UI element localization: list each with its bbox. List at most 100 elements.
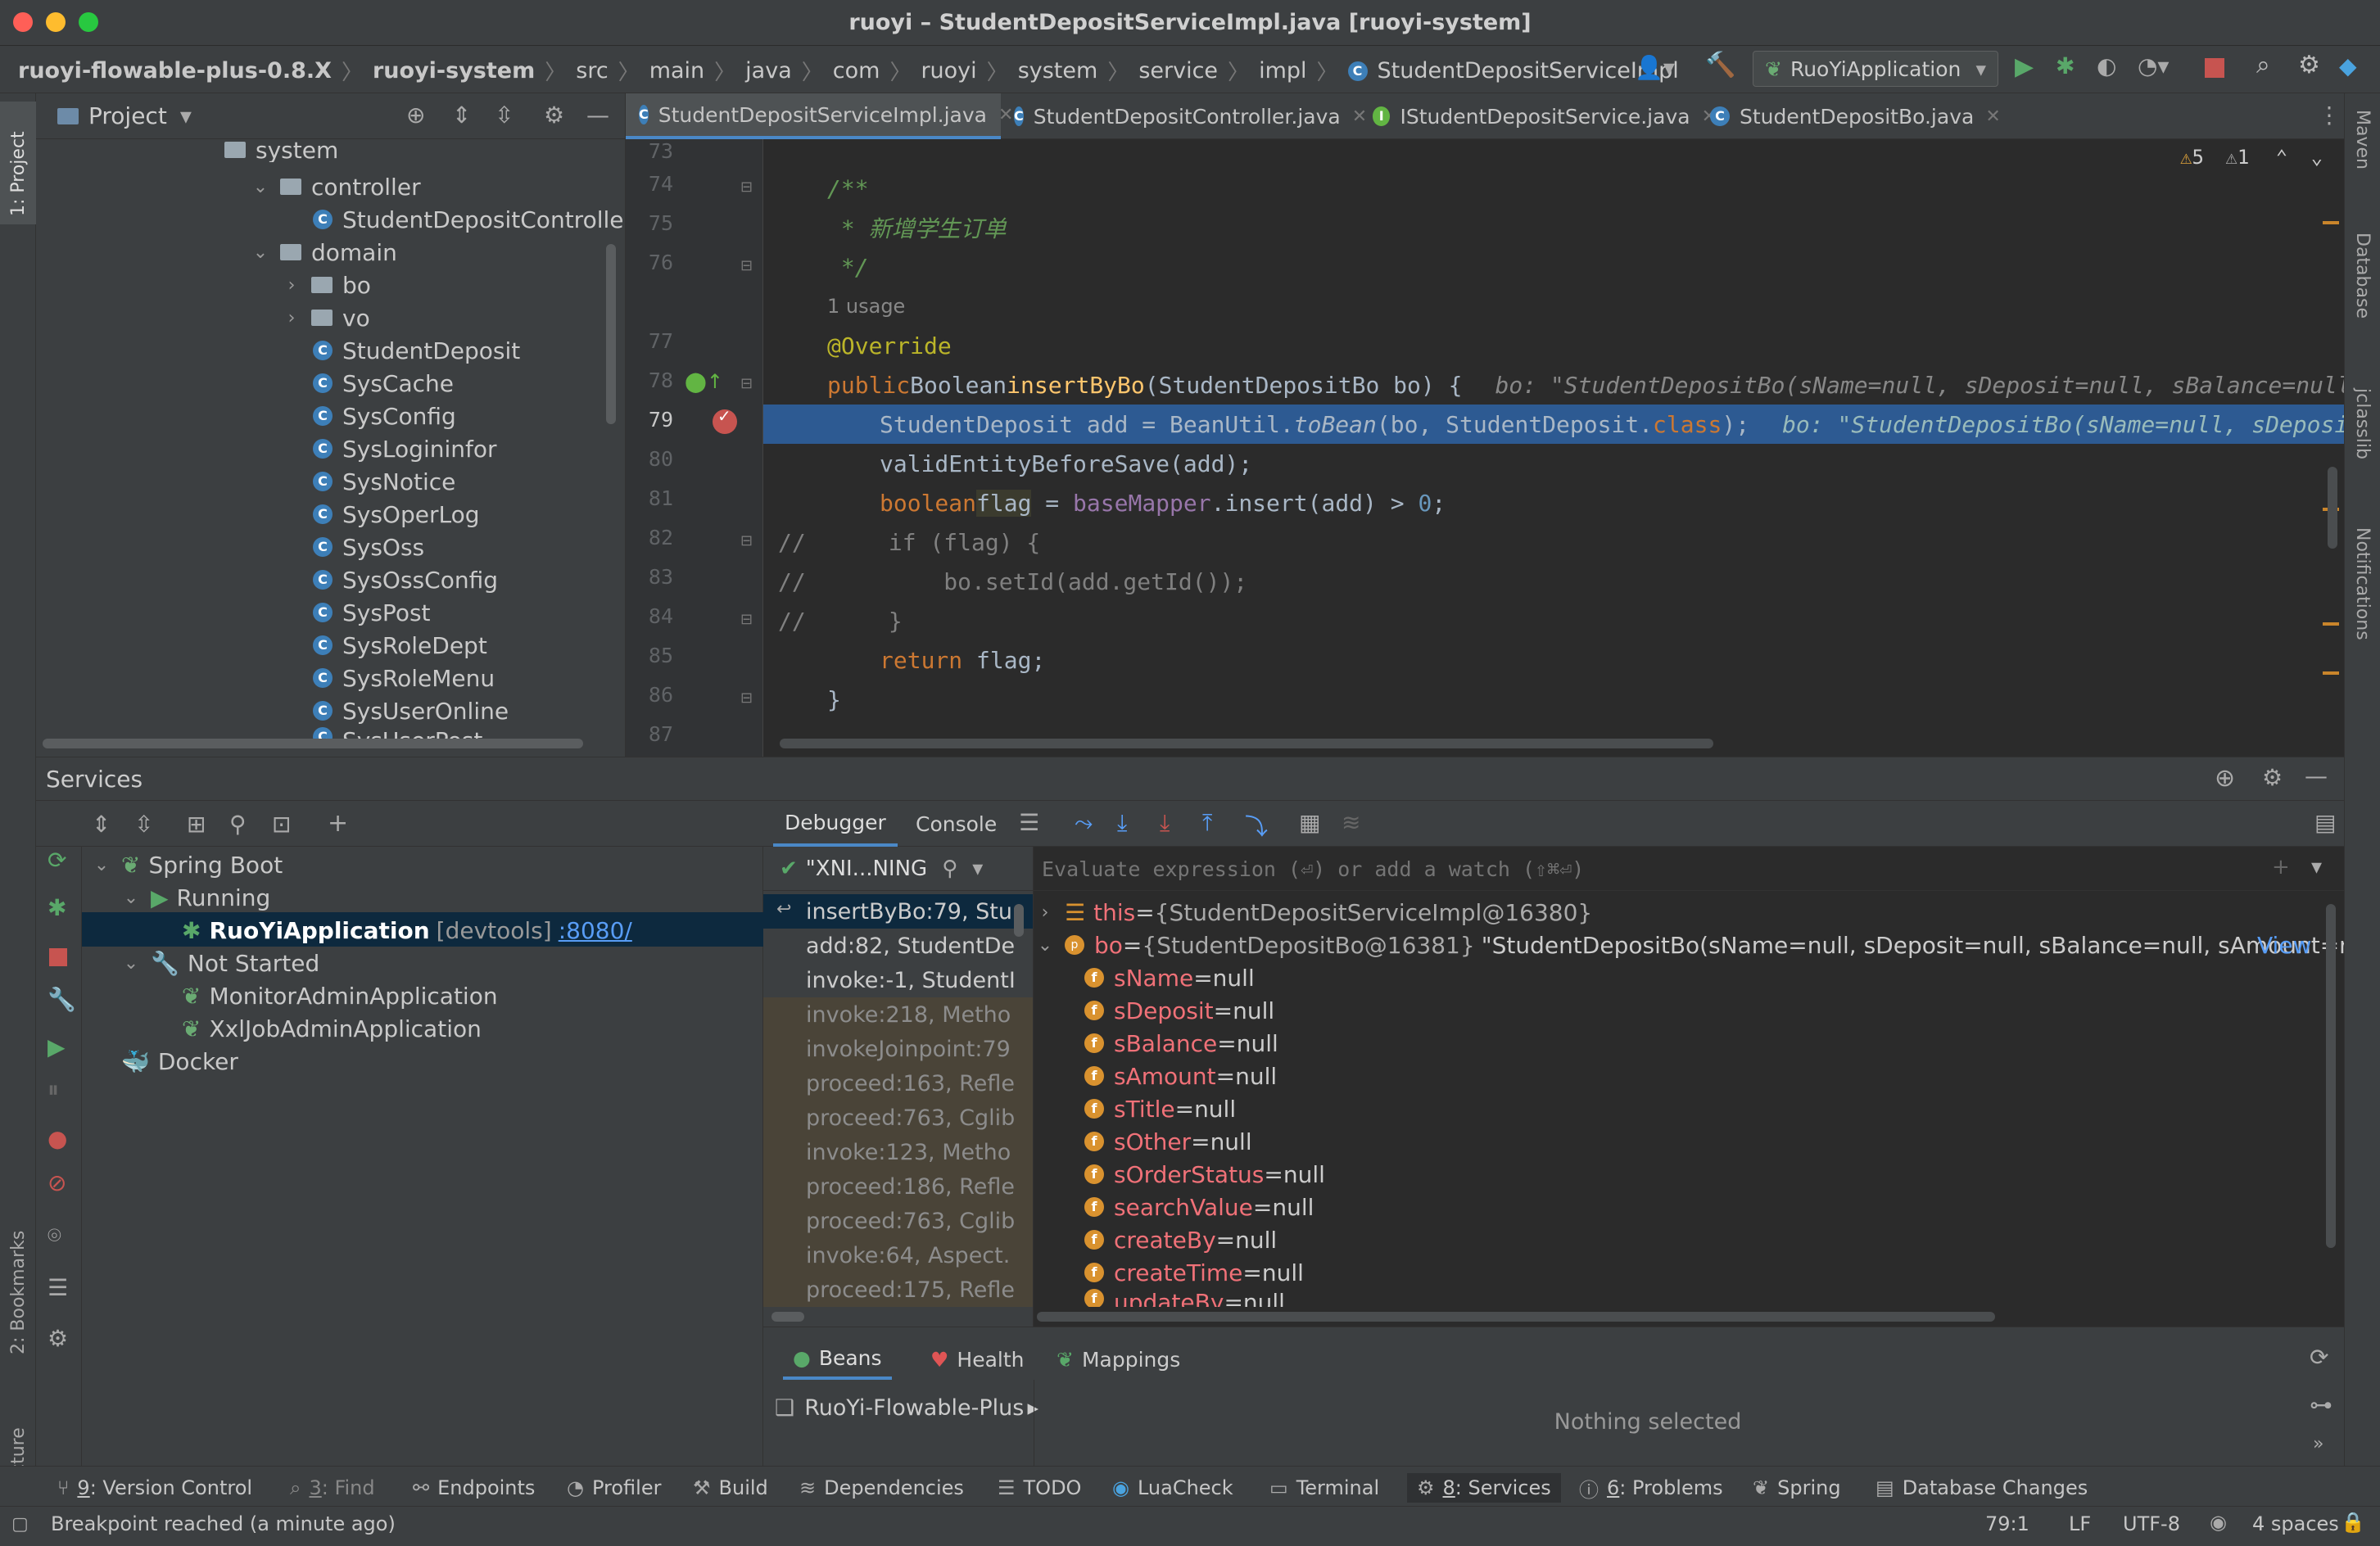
editor-horizontal-scrollbar[interactable] — [780, 739, 1713, 748]
tree-folder-controller[interactable]: ⌄ controller — [251, 170, 421, 203]
port-link[interactable]: :8080/ — [559, 917, 632, 944]
close-icon[interactable]: ✕ — [1352, 106, 1367, 127]
collapse-all-icon[interactable]: ⇳ — [495, 102, 514, 129]
usage-hint[interactable]: 1 usage — [827, 287, 905, 326]
expand-all-icon[interactable]: ⇕ — [92, 811, 111, 838]
chevron-right-icon[interactable]: › — [282, 275, 301, 296]
bean-context-item[interactable]: ❑RuoYi-Flowable-Plus▸ — [775, 1390, 1038, 1426]
breadcrumb-item[interactable]: impl — [1259, 58, 1306, 84]
tab-health[interactable]: ♥ Health — [921, 1339, 1034, 1380]
stack-frame-library[interactable]: proceed:763, Cglib — [763, 1204, 1033, 1238]
eye-icon[interactable]: ◉ — [2210, 1511, 2227, 1534]
breadcrumb-item[interactable]: ruoyi-flowable-plus-0.8.X — [18, 58, 332, 84]
breadcrumb-item[interactable]: service — [1138, 58, 1218, 84]
diagram-icon[interactable]: ⊶ — [2310, 1391, 2332, 1418]
new-tab-icon[interactable]: ⊡ — [272, 811, 291, 838]
editor-tab[interactable]: C StudentDepositBo.java ✕ — [1710, 93, 2021, 139]
wrench-icon[interactable]: 🔧 — [48, 986, 76, 1013]
filter-icon[interactable]: ⚲ — [942, 857, 957, 881]
breadcrumb-item[interactable]: com — [833, 58, 880, 84]
layout-icon[interactable]: ▤ — [2314, 809, 2336, 836]
fold-icon[interactable]: ⊟ — [740, 257, 753, 274]
chevron-up-icon[interactable]: ⌃ — [2276, 146, 2287, 169]
tool-tab-version-control[interactable]: ⑂ 9: Version Control — [57, 1473, 252, 1503]
gear-icon[interactable]: ⚙ — [2298, 51, 2320, 79]
pause-icon[interactable]: ⏸ — [48, 1076, 59, 1104]
field-row[interactable]: f sBalance = null — [1084, 1027, 1278, 1060]
stack-frame-library[interactable]: invoke:218, Metho — [763, 997, 1033, 1032]
service-xxljob-admin[interactable]: ❦ XxlJobAdminApplication — [182, 1012, 482, 1045]
stack-frame-library[interactable]: proceed:175, Refle — [763, 1273, 1033, 1307]
caret-position[interactable]: 79:1 — [1985, 1512, 2029, 1535]
editor-tab[interactable]: C StudentDepositController.java ✕ — [1014, 93, 1367, 139]
locate-icon[interactable]: ⊕ — [2215, 764, 2235, 793]
camera-icon[interactable]: ⌾ — [48, 1222, 61, 1250]
tool-tab-find[interactable]: ⌕ 3: Find — [290, 1473, 375, 1503]
field-row[interactable]: f sOther = null — [1084, 1125, 1252, 1158]
chevron-down-icon[interactable]: ⌄ — [251, 242, 270, 263]
tree-class-item[interactable]: C SysOssConfig — [313, 563, 498, 596]
stack-frame-library[interactable]: proceed:163, Refle — [763, 1066, 1033, 1101]
tree-class-item[interactable]: C SysRoleDept — [313, 629, 487, 662]
tool-tab-problems[interactable]: ⓘ 6: Problems — [1579, 1473, 1723, 1503]
variables-scrollbar[interactable] — [2326, 904, 2336, 1248]
stack-frame-library[interactable]: invokeJoinpoint:79 — [763, 1032, 1033, 1066]
tree-class-item[interactable]: C SysOperLog — [313, 498, 480, 531]
profile-icon[interactable]: ◔▾ — [2138, 52, 2170, 79]
hide-icon[interactable]: — — [586, 102, 609, 129]
fold-icon[interactable]: ⊟ — [740, 532, 753, 549]
run-icon[interactable]: ▶ — [2015, 52, 2034, 81]
tab-mappings[interactable]: ❦ Mappings — [1047, 1339, 1190, 1380]
tool-tab-luacheck[interactable]: ◉ LuaCheck — [1112, 1473, 1233, 1503]
project-vertical-scrollbar[interactable] — [606, 244, 616, 424]
tab-console[interactable]: Console — [904, 801, 1008, 847]
tool-tab-spring[interactable]: ❦ Spring — [1753, 1473, 1841, 1503]
search-icon[interactable]: ⌕ — [2256, 51, 2270, 79]
close-icon[interactable]: ✕ — [998, 105, 1013, 125]
add-watch-icon[interactable]: + — [2272, 855, 2290, 879]
code-editor[interactable]: ⚠5 ⚠1 ⌃ ⌄ /** * 新增学生订单 */ 1 usage @Overr… — [763, 139, 2344, 757]
error-stripe-mark[interactable] — [2323, 221, 2339, 224]
gear-icon[interactable]: ⚙ — [48, 1325, 68, 1352]
indent-setting[interactable]: 4 spaces — [2252, 1512, 2339, 1535]
trace-icon[interactable]: ≋ — [1342, 809, 1360, 836]
locate-icon[interactable]: ⊕ — [406, 102, 425, 129]
filter-icon[interactable]: ⚲ — [229, 811, 247, 838]
step-out-icon[interactable]: ⤒ — [1202, 809, 1212, 837]
stack-frame[interactable]: insertByBo:79, Stu — [763, 894, 1033, 929]
chevron-down-icon[interactable]: ⌄ — [2311, 146, 2323, 169]
more-icon[interactable]: ⋮ — [2318, 102, 2341, 129]
coverage-icon[interactable]: ◐ — [2097, 52, 2116, 79]
breadcrumb-item[interactable]: ruoyi — [921, 58, 976, 84]
stop-icon[interactable] — [49, 948, 67, 966]
run-configuration-select[interactable]: ❦ RuoYiApplication ▾ — [1753, 51, 1998, 87]
service-monitor-admin[interactable]: ❦ MonitorAdminApplication — [182, 979, 498, 1012]
gear-icon[interactable]: ⚙ — [2262, 764, 2283, 791]
view-breakpoints-icon[interactable]: ● — [48, 1125, 67, 1152]
file-encoding[interactable]: UTF-8 — [2123, 1512, 2180, 1535]
stack-frame[interactable]: add:82, StudentDe — [763, 929, 1033, 963]
force-step-into-icon[interactable]: ⤓ — [1160, 809, 1170, 837]
tab-debugger[interactable]: Debugger — [773, 801, 898, 847]
service-ruoyi-application[interactable]: ✱ RuoYiApplication [devtools] :8080/ — [182, 914, 632, 947]
variable-bo[interactable]: ⌄ p bo = {StudentDepositBo@16381} "Stude… — [1035, 929, 2344, 961]
debug-icon[interactable]: ✱ — [2056, 52, 2075, 79]
plugin-icon[interactable]: ◆ — [2339, 52, 2357, 79]
resume-icon[interactable]: ▶ — [48, 1033, 66, 1060]
mute-breakpoints-icon[interactable]: ⊘ — [48, 1169, 66, 1196]
field-row[interactable]: f searchValue = null — [1084, 1191, 1314, 1223]
chevron-down-icon[interactable]: ▾ — [972, 857, 983, 881]
editor-tab[interactable]: C StudentDepositServiceImpl.java ✕ — [626, 93, 1013, 139]
editor-tab[interactable]: I IStudentDepositService.java ✕ — [1373, 93, 1717, 139]
chevron-right-icon[interactable]: › — [282, 308, 301, 328]
stack-frame-library[interactable]: proceed:763, Cglib — [763, 1101, 1033, 1135]
panel-toggle-icon[interactable]: ▢ — [11, 1514, 29, 1535]
tab-beans[interactable]: ● Beans — [783, 1339, 892, 1380]
chevron-down-icon[interactable]: ⌄ — [251, 177, 270, 197]
fold-icon[interactable]: ⊟ — [740, 689, 753, 707]
breadcrumb-item[interactable]: StudentDepositServiceImpl — [1378, 58, 1679, 84]
evaluate-expression-input[interactable] — [1042, 852, 2270, 886]
frames-scrollbar[interactable] — [1014, 904, 1024, 937]
tree-class-item[interactable]: C StudentDepositControlle — [313, 203, 623, 236]
tool-tab-dependencies[interactable]: ≋ Dependencies — [799, 1473, 964, 1503]
